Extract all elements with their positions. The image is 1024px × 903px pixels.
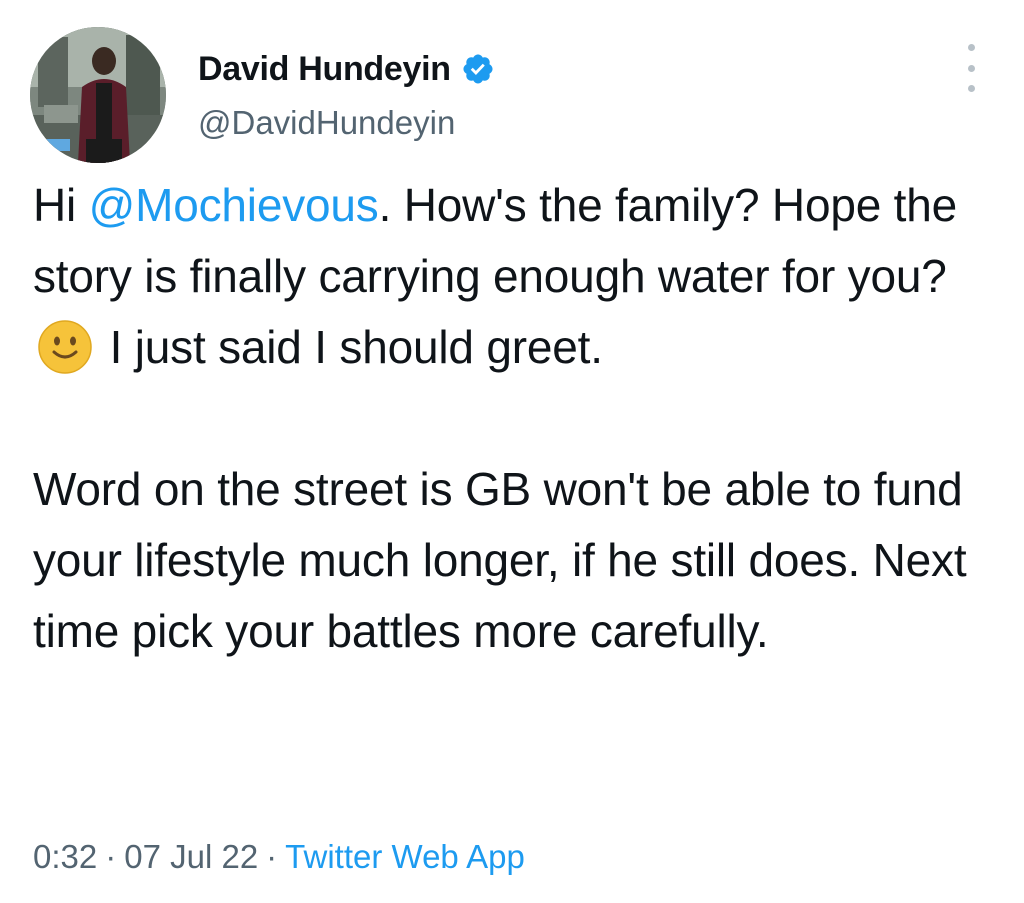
- separator-dot: ·: [105, 838, 117, 875]
- tweet-text-segment: I just said I should greet.: [97, 321, 603, 373]
- verified-badge-icon: [461, 52, 495, 86]
- mention-link[interactable]: @Mochievous: [89, 179, 379, 231]
- tweet-time[interactable]: 0:32: [33, 838, 97, 875]
- separator-dot: ·: [266, 838, 278, 875]
- avatar[interactable]: [30, 27, 166, 163]
- tweet-paragraph-1: Hi @Mochievous. How's the family? Hope t…: [33, 170, 993, 383]
- author-name-row[interactable]: David Hundeyin: [198, 47, 495, 91]
- more-dot: [967, 44, 975, 51]
- tweet-date[interactable]: 07 Jul 22: [124, 838, 258, 875]
- source-app-link[interactable]: Twitter Web App: [285, 838, 525, 875]
- greeting-text: Hi: [33, 179, 89, 231]
- tweet-metadata: 0:32 · 07 Jul 22 · Twitter Web App: [33, 838, 525, 876]
- tweet-paragraph-2: Word on the street is GB won't be able t…: [33, 463, 967, 657]
- slightly-smiling-face-emoji: [37, 319, 93, 375]
- author-display-name[interactable]: David Hundeyin: [198, 50, 451, 89]
- author-handle[interactable]: @DavidHundeyin: [198, 104, 455, 142]
- tweet-text: Hi @Mochievous. How's the family? Hope t…: [33, 170, 993, 667]
- more-dot: [967, 64, 975, 72]
- more-dot: [967, 85, 975, 92]
- tweet-card: David Hundeyin @DavidHundeyin Hi @Mochie…: [0, 0, 1024, 903]
- more-options-icon[interactable]: [956, 44, 986, 92]
